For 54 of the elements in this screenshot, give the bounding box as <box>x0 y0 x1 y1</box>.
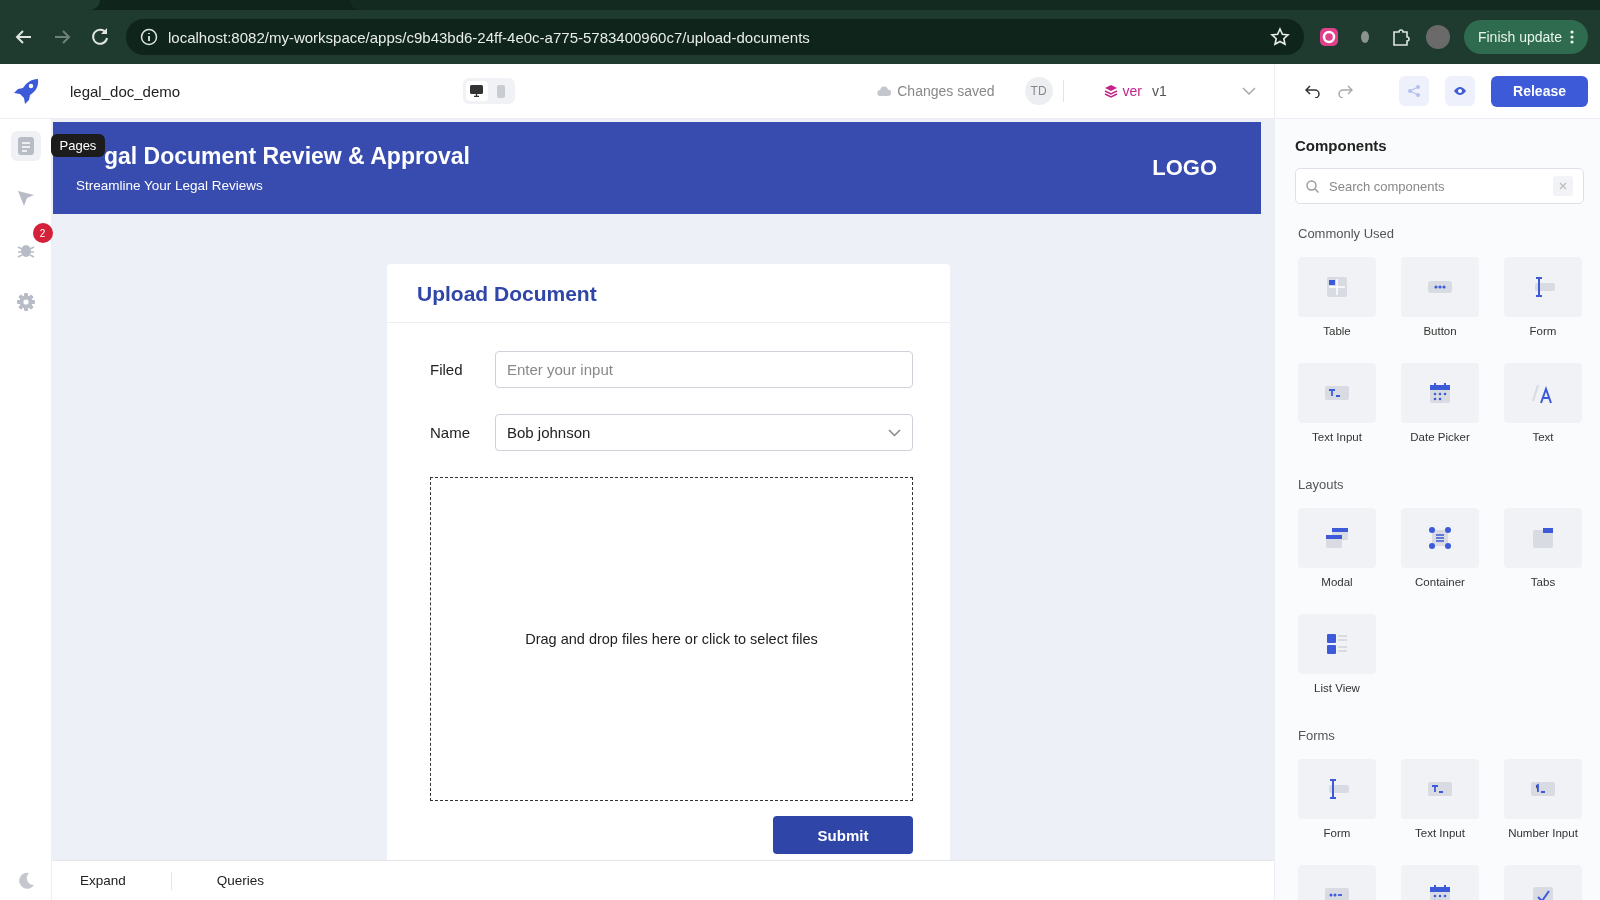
section-title: Commonly Used <box>1298 226 1396 241</box>
preview-button[interactable] <box>1445 76 1476 106</box>
version-dropdown[interactable]: v1 <box>1152 83 1242 99</box>
search-field[interactable]: Search components <box>1327 177 1545 195</box>
info-icon[interactable] <box>140 28 158 46</box>
monitor-icon <box>470 85 484 97</box>
file-drop-zone[interactable]: Drag and drop files here or click to select files <box>430 477 913 801</box>
field-label: Filed <box>430 361 464 378</box>
cloud-icon <box>877 86 892 96</box>
finish-update-button[interactable]: Finish update <box>1463 20 1588 54</box>
rocket-icon[interactable] <box>12 77 40 105</box>
layers-icon <box>1103 84 1118 98</box>
share-button[interactable] <box>1399 76 1430 106</box>
redo-icon[interactable] <box>1337 84 1353 98</box>
page-icon[interactable] <box>16 136 35 156</box>
star-icon[interactable] <box>1269 27 1290 47</box>
banner-subtitle: Streamline Your Legal Reviews <box>76 178 264 193</box>
password-icon <box>1325 888 1349 900</box>
section-title: Forms <box>1298 728 1336 743</box>
save-status: Changes saved <box>897 83 995 99</box>
release-button[interactable]: Release <box>1491 75 1588 107</box>
chevron-down-icon <box>888 428 901 437</box>
close-icon[interactable] <box>1559 182 1567 190</box>
tooltip: Pages <box>50 134 106 157</box>
settings-icon[interactable] <box>15 292 36 312</box>
footer-tab[interactable]: Queries <box>216 873 265 888</box>
app-name: legal_doc_demo <box>70 82 181 100</box>
search-icon <box>1306 179 1319 193</box>
more-icon <box>1570 30 1574 44</box>
container-icon <box>1426 524 1454 552</box>
footer-tab[interactable]: Expand <box>80 873 126 888</box>
share-icon <box>1407 84 1422 98</box>
version-label: ver <box>1122 83 1142 99</box>
banner-title: gal Document Review & Approval <box>104 143 470 170</box>
search-box[interactable]: Search components <box>1295 168 1584 204</box>
phone-icon <box>496 84 505 98</box>
section-title: Layouts <box>1298 477 1345 492</box>
moon-icon[interactable] <box>16 872 35 890</box>
form-title: Upload Document <box>387 264 950 323</box>
undo-icon[interactable] <box>1305 84 1321 98</box>
address-bar[interactable]: localhost:8082/my-workspace/apps/c9b43bd6-24ff-4e0c-a775-5783400960c7/upload-documents <box>126 19 1304 55</box>
text-input-field[interactable]: Enter your input <box>495 351 913 388</box>
pointer-icon[interactable] <box>16 189 35 207</box>
field-label: Name <box>430 424 471 441</box>
name-dropdown[interactable]: Bob johnson <box>495 414 913 451</box>
chevron-down-icon[interactable] <box>1242 87 1256 95</box>
eye-icon <box>1453 86 1468 96</box>
notification-badge: 2 <box>32 223 53 243</box>
submit-button[interactable]: Submit <box>773 816 913 854</box>
desktop-view-toggle[interactable] <box>465 81 488 101</box>
panel-title: Components <box>1295 137 1388 154</box>
profile-avatar[interactable] <box>1425 25 1450 49</box>
ring-icon[interactable] <box>1317 26 1340 48</box>
logo-text: LOGO <box>1152 155 1217 181</box>
